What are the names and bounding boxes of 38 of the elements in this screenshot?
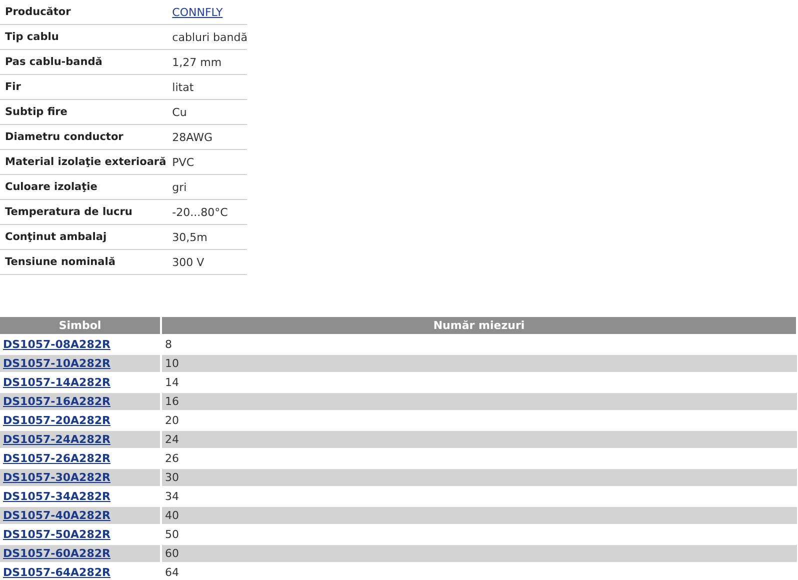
spec-value: litat bbox=[166, 74, 248, 100]
column-header: Număr miezuri bbox=[161, 317, 797, 335]
spec-label: Diametru conductor bbox=[0, 124, 166, 150]
symbol-link[interactable]: DS1057-26A282R bbox=[3, 452, 110, 465]
spec-value: PVC bbox=[166, 150, 248, 174]
value-link[interactable]: CONNFLY bbox=[172, 6, 223, 18]
spec-label: Conţinut ambalaj bbox=[0, 224, 166, 250]
spec-value: gri bbox=[166, 174, 248, 200]
table-cell: 64 bbox=[161, 563, 797, 580]
spec-label: Fir bbox=[0, 74, 166, 100]
table-cell: 16 bbox=[161, 392, 797, 411]
spec-value: 28AWG bbox=[166, 124, 248, 150]
spec-label: Producător bbox=[0, 0, 166, 24]
spec-label: Material izolaţie exterioară bbox=[0, 150, 166, 174]
symbol-link[interactable]: DS1057-50A282R bbox=[3, 528, 110, 541]
spec-label: Tensiune nominală bbox=[0, 250, 166, 274]
table-cell: 40 bbox=[161, 506, 797, 525]
symbol-link[interactable]: DS1057-14A282R bbox=[3, 376, 110, 389]
table-cell: 30 bbox=[161, 468, 797, 487]
spec-label: Pas cablu-bandă bbox=[0, 50, 166, 74]
spec-value: -20...80°C bbox=[166, 200, 248, 224]
table-cell: 60 bbox=[161, 544, 797, 563]
spec-label: Subtip fire bbox=[0, 100, 166, 124]
spec-value: Cu bbox=[166, 100, 248, 124]
spec-label: Tip cablu bbox=[0, 24, 166, 50]
spec-value: 300 V bbox=[166, 250, 248, 274]
symbol-link[interactable]: DS1057-64A282R bbox=[3, 566, 110, 579]
spec-value: cabluri bandă bbox=[166, 24, 248, 50]
symbol-link[interactable]: DS1057-34A282R bbox=[3, 490, 110, 503]
spec-value: 30,5m bbox=[166, 224, 248, 250]
spec-value: 1,27 mm bbox=[166, 50, 248, 74]
table-cell: 24 bbox=[161, 430, 797, 449]
symbol-link[interactable]: DS1057-20A282R bbox=[3, 414, 110, 427]
spec-label: Temperatura de lucru bbox=[0, 200, 166, 224]
table-cell: 10 bbox=[161, 354, 797, 373]
column-header: Simbol bbox=[0, 317, 161, 335]
spec-label: Culoare izolaţie bbox=[0, 174, 166, 200]
symbol-link[interactable]: DS1057-08A282R bbox=[3, 338, 110, 351]
